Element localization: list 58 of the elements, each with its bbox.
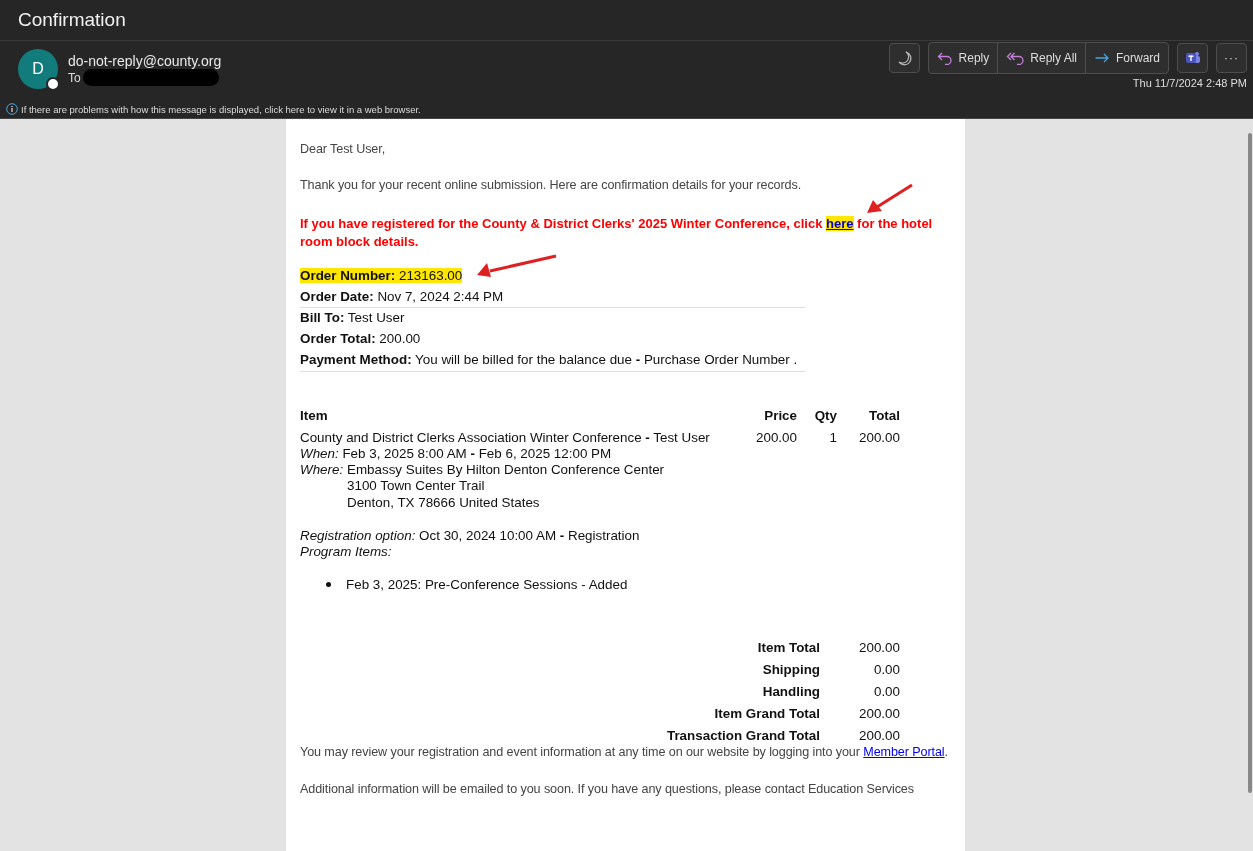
column-header: Price — [763, 407, 797, 423]
info-icon — [6, 103, 18, 115]
address-line: Denton, TX 78666 United States — [347, 494, 541, 511]
forward-button[interactable]: Forward — [1086, 43, 1168, 73]
item-name: County and District Clerks Association Winter Conference - Test User — [300, 429, 711, 446]
total-label: Item Grand Total — [713, 705, 820, 721]
member-portal-link[interactable]: Member Portal — [863, 744, 945, 759]
total-label: Transaction Grand Total — [665, 727, 820, 743]
bullet-icon — [326, 581, 331, 587]
right-arrow-icon — [1094, 51, 1110, 65]
qty-cell-text: 1 — [828, 429, 837, 447]
app-button[interactable] — [1177, 43, 1208, 73]
sender-address[interactable]: do-not-reply@county.org — [68, 53, 222, 69]
where-label: Where: — [300, 462, 345, 480]
event-when: When: Feb 3, 2025 8:00 AM - Feb 6, 2025 12:00 PM — [300, 445, 613, 463]
total-value: 0.00 — [872, 661, 900, 677]
reply-all-button[interactable]: Reply All — [998, 43, 1086, 73]
window-title: Confirmation — [18, 9, 126, 31]
total-value: 200.00 — [858, 639, 900, 655]
price-cell-text: 200.00 — [755, 429, 797, 447]
dark-mode-button[interactable] — [888, 43, 920, 73]
hotel-notice: If you have registered for the County & District Clerks' 2025 Winter Conference, click here for the hotel room block details. — [300, 215, 934, 251]
order-detail: Payment Method: You will be billed for the balance due - Purchase Order Number . — [300, 351, 798, 367]
total-value: 200.00 — [858, 705, 900, 721]
more-button[interactable]: ··· — [1216, 43, 1247, 73]
additional-text: Additional information will be emailed to you soon. If you have any questions, please contact Education Services — [300, 780, 915, 798]
here-link[interactable]: here — [826, 216, 854, 231]
total-label: Item Total — [756, 639, 820, 655]
total-label: Shipping — [761, 661, 820, 677]
order-detail: Order Total: 200.00 — [300, 331, 421, 347]
avatar[interactable]: D — [18, 49, 58, 89]
reply-icon — [936, 51, 953, 65]
total-cell-text: 200.00 — [858, 429, 900, 447]
app-icon — [1184, 50, 1201, 66]
reply-button[interactable]: Reply — [928, 43, 999, 73]
order-detail: Bill To: Test User — [300, 310, 405, 326]
intro-text: Thank you for your recent online submission. Here are confirmation details for your records. — [300, 177, 803, 194]
address-line: Embassy Suites By Hilton Denton Conference Center — [347, 462, 665, 479]
moon-icon — [896, 50, 913, 66]
column-header: Qty — [813, 407, 837, 423]
registration-option: Registration option: Oct 30, 2024 10:00 AM - Registration — [300, 528, 735, 545]
received-date: Thu 11/7/2024 2:48 PM — [1132, 77, 1247, 89]
greeting: Dear Test User, — [300, 141, 387, 158]
address-line: 3100 Town Center Trail — [347, 478, 486, 495]
total-value: 0.00 — [872, 683, 900, 699]
total-label: Handling — [761, 683, 820, 699]
order-detail: Order Number: 213163.00 — [300, 268, 463, 283]
program-items-label: Program Items: — [300, 544, 393, 561]
annotation-arrow — [865, 183, 915, 215]
total-value: 200.00 — [858, 727, 900, 743]
column-header: Total — [868, 407, 900, 423]
reply-all-icon — [1006, 51, 1025, 65]
info-message[interactable]: If there are problems with how this message is displayed, click here to view it in a web browser. — [21, 103, 421, 115]
column-header: Item — [300, 407, 329, 423]
order-detail: Order Date: Nov 7, 2024 2:44 PM — [300, 288, 504, 304]
to-label: To — [68, 70, 81, 85]
program-item: Feb 3, 2025: Pre-Conference Sessions - Added — [346, 576, 628, 592]
review-text: You may review your registration and event information at any time on our website by logging into your Member Portal. — [300, 743, 949, 761]
